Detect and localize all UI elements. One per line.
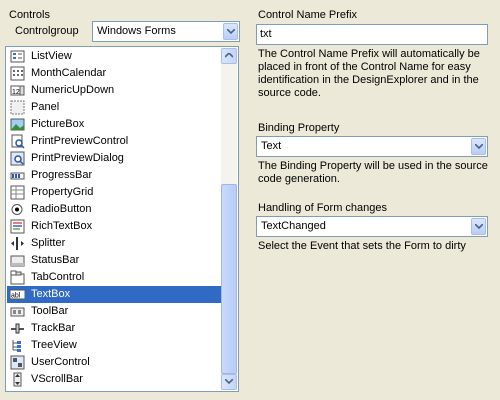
- list-item-usercontrol[interactable]: UserControl: [7, 354, 222, 371]
- list-item-numericupdown[interactable]: 12 NumericUpDown: [7, 82, 222, 99]
- prefix-value: txt: [260, 28, 272, 40]
- printpreviewdialog-icon: [10, 151, 25, 166]
- prefix-description: The Control Name Prefix will automatical…: [258, 48, 480, 99]
- formchange-dropdown-button[interactable]: [471, 218, 486, 235]
- chevron-up-icon: [225, 53, 233, 58]
- trackbar-icon: [10, 321, 25, 336]
- list-item-toolbar[interactable]: ToolBar: [7, 303, 222, 320]
- list-item-panel[interactable]: Panel: [7, 99, 222, 116]
- list-item-picturebox[interactable]: PictureBox: [7, 116, 222, 133]
- radiobutton-icon: [10, 202, 25, 217]
- scroll-down-button[interactable]: [221, 374, 237, 390]
- list-item-label: ListView: [31, 50, 72, 62]
- list-item-label: StatusBar: [31, 254, 80, 266]
- list-item-printpreviewcontrol[interactable]: PrintPreviewControl: [7, 133, 222, 150]
- controls-heading: Controls: [9, 9, 50, 21]
- controlgroup-value: Windows Forms: [97, 25, 176, 37]
- list-item-trackbar[interactable]: TrackBar: [7, 320, 222, 337]
- textbox-icon: abl: [9, 287, 26, 302]
- splitter-icon: [10, 236, 25, 251]
- list-item-label: MonthCalendar: [31, 67, 107, 79]
- list-item-radiobutton[interactable]: RadioButton: [7, 201, 222, 218]
- scroll-up-button[interactable]: [221, 48, 237, 64]
- propertygrid-icon: [10, 185, 25, 200]
- prefix-input[interactable]: txt: [256, 24, 488, 45]
- chevron-down-icon: [225, 379, 233, 384]
- list-item-progressbar[interactable]: ProgressBar: [7, 167, 222, 184]
- list-scrollbar[interactable]: [221, 48, 237, 390]
- tabcontrol-icon: [10, 270, 25, 285]
- picturebox-icon: [10, 117, 25, 132]
- controlgroup-dropdown[interactable]: Windows Forms: [92, 21, 240, 42]
- list-item-splitter[interactable]: Splitter: [7, 235, 222, 252]
- list-item-label: TreeView: [31, 339, 77, 351]
- list-item-label: PrintPreviewDialog: [31, 152, 124, 164]
- svg-text:12: 12: [12, 89, 20, 96]
- richtextbox-icon: [10, 219, 25, 234]
- list-item-label: ProgressBar: [31, 169, 93, 181]
- prefix-label: Control Name Prefix: [258, 9, 358, 21]
- list-item-label: TextBox: [31, 288, 71, 300]
- list-item-printpreviewdialog[interactable]: PrintPreviewDialog: [7, 150, 222, 167]
- chevron-down-icon: [475, 224, 483, 229]
- list-item-label: PropertyGrid: [31, 186, 94, 198]
- binding-description: The Binding Property will be used in the…: [258, 160, 488, 185]
- formchange-dropdown[interactable]: TextChanged: [256, 216, 488, 237]
- list-item-richtextbox[interactable]: RichTextBox: [7, 218, 222, 235]
- scroll-thumb[interactable]: [221, 184, 237, 374]
- list-item-treeview[interactable]: TreeView: [7, 337, 222, 354]
- list-item-label: TabControl: [31, 271, 85, 283]
- list-item-label: TrackBar: [31, 322, 76, 334]
- toolbar-icon: [10, 304, 25, 319]
- list-item-label: UserControl: [31, 356, 90, 368]
- list-item-textbox[interactable]: abl TextBox: [7, 286, 222, 303]
- list-item-statusbar[interactable]: StatusBar: [7, 252, 222, 269]
- list-item-label: PictureBox: [31, 118, 85, 130]
- svg-text:abl: abl: [11, 293, 21, 300]
- binding-value: Text: [261, 140, 282, 152]
- list-item-label: Panel: [31, 101, 60, 113]
- chevron-down-icon: [475, 144, 483, 149]
- listview-icon: [10, 49, 25, 64]
- list-item-label: NumericUpDown: [31, 84, 115, 96]
- binding-dropdown[interactable]: Text: [256, 136, 488, 157]
- controls-list[interactable]: ListView MonthCalendar 12 NumericUpDown Pane…: [5, 46, 239, 392]
- vscrollbar-icon: [10, 372, 25, 387]
- controlgroup-label: Controlgroup: [15, 25, 79, 37]
- controlgroup-dropdown-button[interactable]: [223, 23, 238, 40]
- progressbar-icon: [10, 168, 25, 183]
- list-item-label: Splitter: [31, 237, 66, 249]
- treeview-icon: [10, 338, 25, 353]
- list-item-label: ToolBar: [31, 305, 69, 317]
- list-item-monthcalendar[interactable]: MonthCalendar: [7, 65, 222, 82]
- binding-label: Binding Property: [258, 122, 340, 134]
- printpreviewcontrol-icon: [10, 134, 25, 149]
- list-item-propertygrid[interactable]: PropertyGrid: [7, 184, 222, 201]
- numericupdown-icon: 12: [10, 83, 25, 98]
- list-item-tabcontrol[interactable]: TabControl: [7, 269, 222, 286]
- list-item-label: RichTextBox: [31, 220, 93, 232]
- binding-dropdown-button[interactable]: [471, 138, 486, 155]
- statusbar-icon: [10, 253, 25, 268]
- chevron-down-icon: [227, 29, 235, 34]
- list-item-label: VScrollBar: [31, 373, 83, 385]
- list-item-listview[interactable]: ListView: [7, 48, 222, 65]
- list-item-label: RadioButton: [31, 203, 92, 215]
- formchange-label: Handling of Form changes: [258, 202, 388, 214]
- formchange-value: TextChanged: [261, 220, 326, 232]
- list-item-vscrollbar[interactable]: VScrollBar: [7, 371, 222, 388]
- formchange-description: Select the Event that sets the Form to d…: [258, 240, 466, 252]
- list-item-label: PrintPreviewControl: [31, 135, 129, 147]
- monthcalendar-icon: [10, 66, 25, 81]
- panel-icon: [10, 100, 25, 115]
- usercontrol-icon: [10, 355, 25, 370]
